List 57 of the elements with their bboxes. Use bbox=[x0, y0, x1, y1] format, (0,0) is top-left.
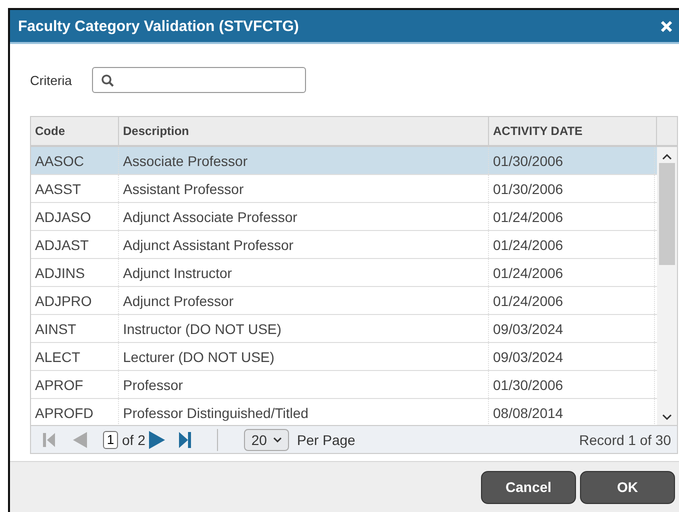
code-cell: ALECT bbox=[31, 343, 119, 370]
page-number-field[interactable]: 1 bbox=[103, 430, 118, 448]
chevron-down-icon bbox=[272, 436, 282, 442]
window-title: Faculty Category Validation (STVFCTG) bbox=[18, 18, 299, 34]
table-row[interactable]: ADJINS Adjunct Instructor 01/24/2006 bbox=[31, 259, 657, 287]
table-row[interactable]: ADJAST Adjunct Assistant Professor 01/24/2006 bbox=[31, 231, 657, 259]
code-cell: AINST bbox=[31, 315, 119, 342]
scrollbar[interactable] bbox=[657, 147, 677, 425]
code-cell: AASST bbox=[31, 175, 119, 202]
cancel-button[interactable]: Cancel bbox=[481, 470, 576, 504]
table-row[interactable]: AASOC Associate Professor 01/30/2006 bbox=[31, 147, 657, 175]
table-row[interactable]: AASST Assistant Professor 01/30/2006 bbox=[31, 175, 657, 203]
description-cell: Assistant Professor bbox=[119, 175, 489, 202]
scroll-thumb[interactable] bbox=[659, 163, 675, 265]
per-page-label: Per Page bbox=[296, 432, 356, 448]
table-row[interactable]: APROF Professor 01/30/2006 bbox=[31, 371, 657, 399]
scroll-down-icon[interactable] bbox=[662, 413, 672, 421]
date-cell: 09/03/2024 bbox=[489, 315, 655, 342]
code-cell: ADJPRO bbox=[31, 287, 119, 314]
code-cell: ADJASO bbox=[31, 203, 119, 230]
search-field[interactable] bbox=[92, 67, 306, 93]
table-row[interactable]: ALECT Lecturer (DO NOT USE) 09/03/2024 bbox=[31, 343, 657, 371]
description-cell: Associate Professor bbox=[119, 147, 489, 174]
date-cell: 01/24/2006 bbox=[489, 287, 655, 314]
per-page-select[interactable]: 20 bbox=[244, 428, 289, 450]
description-cell: Professor bbox=[119, 371, 489, 398]
last-page-icon[interactable] bbox=[179, 432, 192, 448]
search-icon bbox=[100, 74, 114, 86]
table-row[interactable]: AINST Instructor (DO NOT USE) 09/03/2024 bbox=[31, 315, 657, 343]
column-header[interactable]: Description bbox=[119, 117, 489, 145]
close-icon[interactable] bbox=[660, 20, 673, 32]
ok-button[interactable]: OK bbox=[580, 470, 675, 504]
description-cell: Lecturer (DO NOT USE) bbox=[119, 343, 489, 370]
column-header[interactable]: Code bbox=[31, 117, 119, 145]
code-cell: ADJINS bbox=[31, 259, 119, 286]
description-cell: Adjunct Professor bbox=[119, 287, 489, 314]
description-cell: Instructor (DO NOT USE) bbox=[119, 315, 489, 342]
description-cell: Adjunct Instructor bbox=[119, 259, 489, 286]
date-cell: 01/30/2006 bbox=[489, 175, 655, 202]
description-cell: Adjunct Associate Professor bbox=[119, 203, 489, 230]
date-cell: 01/30/2006 bbox=[489, 147, 655, 174]
page-count-label: of 2 bbox=[122, 432, 146, 448]
criteria-label: Criteria bbox=[30, 72, 72, 88]
table-row[interactable]: ADJASO Adjunct Associate Professor 01/24/2006 bbox=[31, 203, 657, 231]
next-page-icon[interactable] bbox=[149, 430, 166, 448]
date-cell: 01/24/2006 bbox=[489, 231, 655, 258]
date-cell: 01/30/2006 bbox=[489, 371, 655, 398]
scroll-up-icon[interactable] bbox=[662, 153, 672, 161]
description-cell: Adjunct Assistant Professor bbox=[119, 231, 489, 258]
code-cell: APROF bbox=[31, 371, 119, 398]
date-cell: 01/24/2006 bbox=[489, 259, 655, 286]
record-count: Record 1 of 30 bbox=[579, 432, 671, 448]
code-cell: AASOC bbox=[31, 147, 119, 174]
date-cell: 09/03/2024 bbox=[489, 343, 655, 370]
table-row[interactable]: ADJPRO Adjunct Professor 01/24/2006 bbox=[31, 287, 657, 315]
date-cell: 01/24/2006 bbox=[489, 203, 655, 230]
code-cell: ADJAST bbox=[31, 231, 119, 258]
